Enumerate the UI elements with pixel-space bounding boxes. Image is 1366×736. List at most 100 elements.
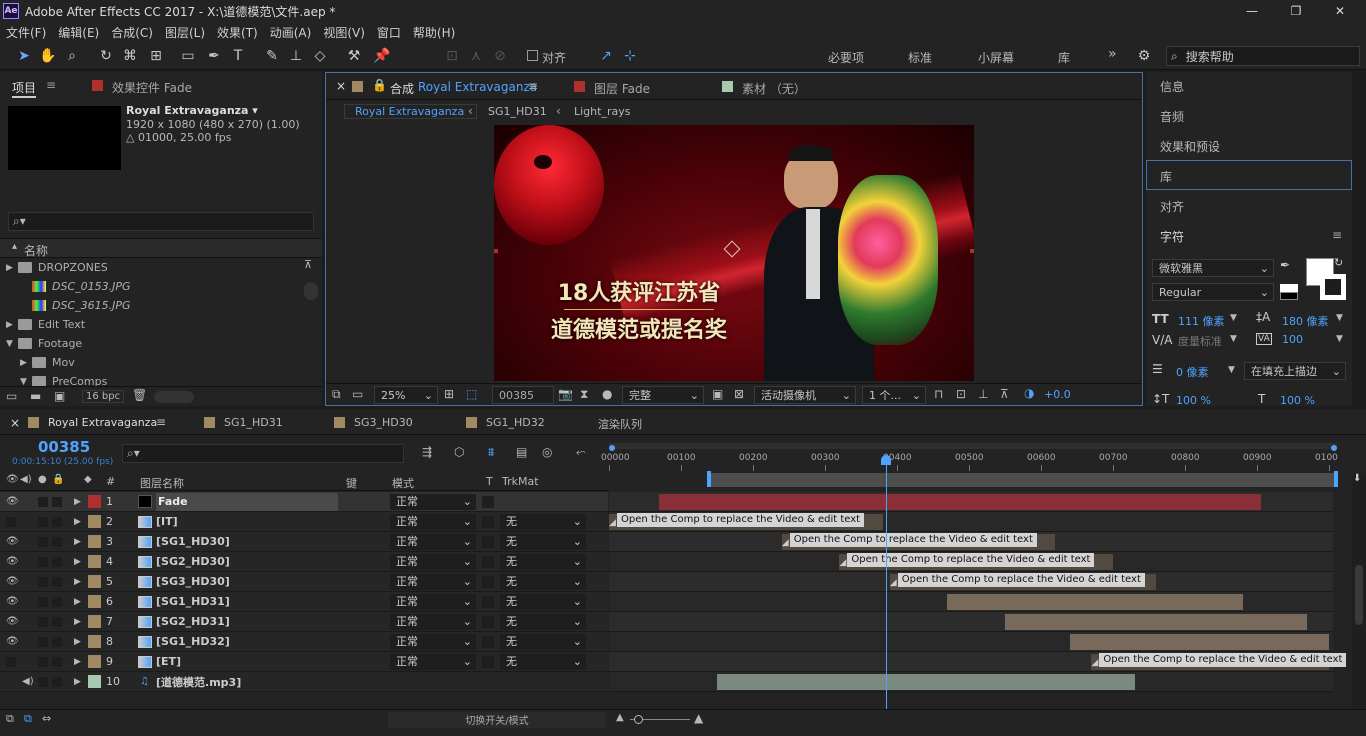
timecode-field[interactable]: 00385 — [492, 386, 554, 404]
panel-libraries[interactable]: 库 — [1160, 168, 1172, 185]
black-swatch[interactable] — [1280, 292, 1298, 300]
preserve-transparency-toggle[interactable] — [482, 575, 494, 588]
panel-align[interactable]: 对齐 — [1160, 198, 1184, 215]
table-row[interactable]: ▶ 2 [IT] 正常 ⌄ 无 ⌄ — [0, 512, 608, 532]
expand-icon[interactable]: ▶ — [74, 557, 81, 567]
snap-edge-icon[interactable]: ↗ — [596, 46, 616, 66]
camera-select[interactable]: 活动摄像机 ⌄ — [754, 386, 856, 404]
disclosure-triangle-icon[interactable]: ▶ — [20, 358, 27, 368]
label-color-swatch[interactable] — [88, 575, 101, 588]
comp-mini-flowchart-icon[interactable]: ⇶ — [422, 445, 432, 459]
close-button[interactable]: ✕ — [1318, 0, 1362, 22]
label-color-swatch[interactable] — [88, 635, 101, 648]
preserve-transparency-toggle[interactable] — [482, 595, 494, 608]
white-swatch[interactable] — [1280, 284, 1298, 292]
visibility-toggle[interactable] — [6, 656, 16, 667]
composition-viewer[interactable]: 18人获评江苏省 道德模范或提名奖 — [494, 125, 974, 381]
label-color-swatch[interactable] — [88, 555, 101, 568]
project-item[interactable]: ▶ Edit Text — [0, 315, 300, 334]
menu-view[interactable]: 视图(V) — [317, 24, 371, 41]
solo-toggle[interactable] — [38, 576, 48, 587]
exposure-value[interactable]: +0.0 — [1044, 388, 1071, 401]
workspace-settings-icon[interactable]: ⚙ — [1134, 46, 1154, 66]
panel-effects-presets[interactable]: 效果和预设 — [1160, 138, 1220, 155]
roto-brush-tool-icon[interactable]: ⚒ — [344, 46, 364, 66]
project-item[interactable]: ▶ DROPZONES — [0, 258, 300, 277]
font-family-select[interactable]: 微软雅黑 ⌄ — [1152, 259, 1274, 277]
label-color-swatch[interactable] — [88, 495, 101, 508]
world-axis-icon[interactable]: ⋏ — [466, 46, 486, 66]
show-snapshot-icon[interactable]: ⧗ — [580, 387, 588, 402]
layer-name[interactable]: [道德模范.mp3] — [156, 674, 241, 690]
monitor-icon[interactable]: ▭ — [352, 387, 363, 401]
work-area-end[interactable] — [1334, 471, 1338, 487]
trkmat-select[interactable]: 无 ⌄ — [500, 594, 586, 610]
trkmat-select[interactable]: 无 ⌄ — [500, 614, 586, 630]
interpret-footage-icon[interactable]: ▭ — [6, 389, 17, 403]
chevron-down-icon[interactable]: ▼ — [1336, 313, 1343, 323]
bpc-button[interactable]: 16 bpc — [82, 390, 125, 403]
tab-footage[interactable]: 素材 （无） — [742, 80, 806, 97]
swap-colors-icon[interactable]: ↻ — [1334, 256, 1343, 269]
comp-marker-bin-icon[interactable]: ⬇ — [1353, 473, 1361, 484]
trkmat-select[interactable]: 无 ⌄ — [500, 514, 586, 530]
layer-name[interactable]: [SG1_HD31] — [156, 595, 230, 608]
trkmat-select[interactable]: 无 ⌄ — [500, 554, 586, 570]
layer-name[interactable]: [ET] — [156, 655, 181, 668]
shy-layers-icon[interactable]: ⩩ — [488, 445, 494, 460]
blend-mode-select[interactable]: 正常 ⌄ — [390, 654, 476, 670]
view-layout-select[interactable]: 1 个... ⌄ — [862, 386, 926, 404]
eraser-tool-icon[interactable]: ◇ — [310, 46, 330, 66]
expand-icon[interactable]: ▶ — [74, 677, 81, 687]
stroke-color-swatch[interactable] — [1320, 274, 1346, 300]
navigator-end-handle[interactable] — [1331, 445, 1337, 451]
blend-mode-select[interactable]: 正常 ⌄ — [390, 594, 476, 610]
graph-editor-icon[interactable]: ⬿ — [576, 445, 586, 460]
clone-stamp-tool-icon[interactable]: ⊥ — [286, 46, 306, 66]
toggle-switches-modes-button[interactable]: 切换开关/模式 — [388, 712, 606, 728]
trkmat-select[interactable]: 无 ⌄ — [500, 574, 586, 590]
layer-name[interactable]: [SG1_HD32] — [156, 635, 230, 648]
lock-toggle[interactable] — [52, 516, 62, 527]
layer-duration-bar[interactable] — [1005, 614, 1308, 630]
layer-name[interactable]: [SG2_HD30] — [156, 555, 230, 568]
panel-character[interactable]: 字符 — [1160, 228, 1184, 245]
comp-name[interactable]: Royal Extravaganza ▾ — [126, 104, 258, 117]
tab-timeline[interactable]: SG1_HD31 — [224, 416, 283, 429]
timeline-scrollbar[interactable] — [1355, 565, 1363, 625]
tab-timeline-root[interactable]: Royal Extravaganza — [48, 416, 157, 429]
layer-name[interactable]: [SG2_HD31] — [156, 615, 230, 628]
frame-blending-icon[interactable]: ▤ — [516, 445, 527, 459]
menu-file[interactable]: 文件(F) — [0, 24, 52, 41]
navigator-start-handle[interactable] — [609, 445, 615, 451]
region-of-interest-icon[interactable]: ▣ — [712, 387, 723, 401]
solo-toggle[interactable] — [38, 596, 48, 607]
minimize-button[interactable]: — — [1230, 0, 1274, 22]
table-row[interactable]: ◀) ▶ 10 ♫ [道德模范.mp3] — [0, 672, 608, 692]
blend-mode-select[interactable]: 正常 ⌄ — [390, 574, 476, 590]
tab-render-queue[interactable]: 渲染队列 — [598, 416, 642, 432]
menu-help[interactable]: 帮助(H) — [407, 24, 461, 41]
blend-mode-select[interactable]: 正常 ⌄ — [390, 614, 476, 630]
lock-toggle[interactable] — [52, 536, 62, 547]
lock-toggle[interactable] — [52, 676, 62, 687]
in-out-icon[interactable]: ⇔ — [42, 712, 51, 725]
layer-marker-label[interactable]: Open the Comp to replace the Video & edi… — [617, 513, 865, 527]
timeline-search-input[interactable]: ⌕▾ — [122, 444, 404, 463]
tab-layer[interactable]: 图层 Fade — [594, 80, 650, 97]
lock-icon[interactable]: 🔒 — [372, 78, 387, 92]
safe-margins-icon[interactable]: ⊞ — [444, 387, 454, 401]
horizontal-scale-value[interactable]: 100 % — [1280, 394, 1315, 407]
table-row[interactable]: 👁 ▶ 6 [SG1_HD31] 正常 ⌄ 无 ⌄ — [0, 592, 608, 612]
project-search-input[interactable]: ⌕▾ — [8, 212, 314, 231]
workspace-libraries[interactable]: 库 — [1058, 49, 1070, 66]
eye-icon[interactable]: 👁 — [6, 616, 19, 627]
help-search-input[interactable]: ⌕ 搜索帮助 — [1166, 46, 1360, 66]
layer-marker-label[interactable]: Open the Comp to replace the Video & edi… — [847, 553, 1095, 567]
blend-mode-select[interactable]: 正常 ⌄ — [390, 514, 476, 530]
lock-toggle[interactable] — [52, 616, 62, 627]
blend-mode-select[interactable]: 正常 ⌄ — [390, 634, 476, 650]
solo-toggle[interactable] — [38, 496, 48, 507]
panel-menu-icon[interactable]: ≡ — [528, 79, 538, 93]
blend-mode-select[interactable]: 正常 ⌄ — [390, 494, 476, 510]
